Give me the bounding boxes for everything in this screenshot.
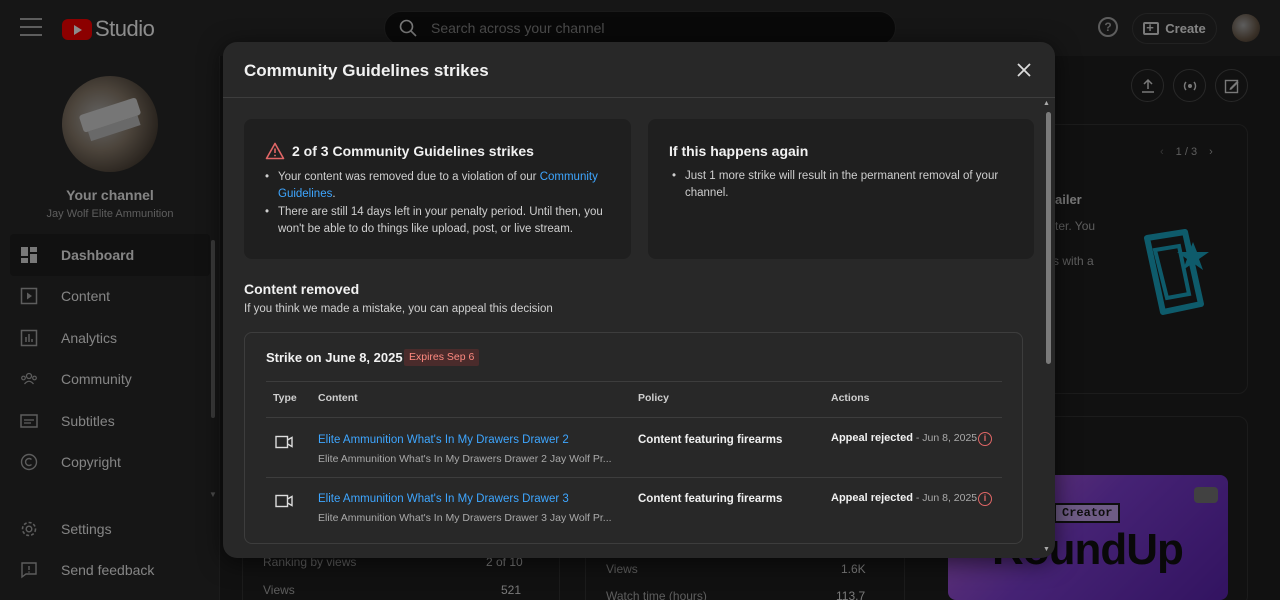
video-description: Elite Ammunition What's In My Drawers Dr… (318, 453, 612, 465)
appeal-status: Appeal rejected - Jun 8, 2025 (831, 432, 978, 444)
info-icon[interactable]: i (978, 432, 992, 446)
column-header-type: Type (273, 392, 297, 404)
dialog-header: Community Guidelines strikes (223, 42, 1055, 98)
policy-name: Content featuring firearms (638, 434, 783, 446)
scroll-down-arrow-icon[interactable]: ▼ (1043, 546, 1050, 553)
dialog-scrollbar[interactable] (1046, 112, 1051, 364)
divider (266, 381, 1002, 382)
list-item: Your content was removed due to a violat… (262, 169, 614, 203)
strikes-dialog: Community Guidelines strikes ▲ ▼ 2 of 3 … (223, 42, 1055, 558)
consequence-title: If this happens again (669, 143, 809, 159)
divider (266, 417, 1002, 418)
consequence-box: If this happens again Just 1 more strike… (648, 119, 1034, 259)
content-removed-subtitle: If you think we made a mistake, you can … (244, 303, 553, 315)
consequence-bullets: Just 1 more strike will result in the pe… (669, 168, 1009, 203)
list-item: There are still 14 days left in your pen… (262, 204, 614, 238)
list-item: Just 1 more strike will result in the pe… (669, 168, 1009, 202)
column-header-content: Content (318, 392, 358, 404)
scroll-up-arrow-icon[interactable]: ▲ (1043, 100, 1050, 107)
info-icon[interactable]: i (978, 492, 992, 506)
strikes-bullets: Your content was removed due to a violat… (262, 169, 614, 239)
appeal-status: Appeal rejected - Jun 8, 2025 (831, 492, 978, 504)
video-icon (275, 494, 293, 508)
dialog-title: Community Guidelines strikes (244, 61, 489, 80)
video-description: Elite Ammunition What's In My Drawers Dr… (318, 512, 612, 524)
divider (266, 477, 1002, 478)
close-icon (1017, 63, 1031, 77)
strikes-count-title: 2 of 3 Community Guidelines strikes (292, 143, 534, 159)
policy-name: Content featuring firearms (638, 493, 783, 505)
column-header-policy: Policy (638, 392, 669, 404)
column-header-actions: Actions (831, 392, 870, 404)
expires-badge: Expires Sep 6 (404, 349, 480, 366)
video-icon (275, 435, 293, 449)
strikes-summary-box: 2 of 3 Community Guidelines strikes Your… (244, 119, 631, 259)
strike-title: Strike on June 8, 2025 (266, 350, 403, 365)
strike-card: Strike on June 8, 2025 Expires Sep 6 Typ… (244, 332, 1023, 544)
video-title-link[interactable]: Elite Ammunition What's In My Drawers Dr… (318, 493, 569, 505)
content-removed-title: Content removed (244, 281, 360, 297)
close-button[interactable] (1011, 57, 1037, 83)
warning-icon (265, 142, 285, 160)
video-title-link[interactable]: Elite Ammunition What's In My Drawers Dr… (318, 434, 569, 446)
